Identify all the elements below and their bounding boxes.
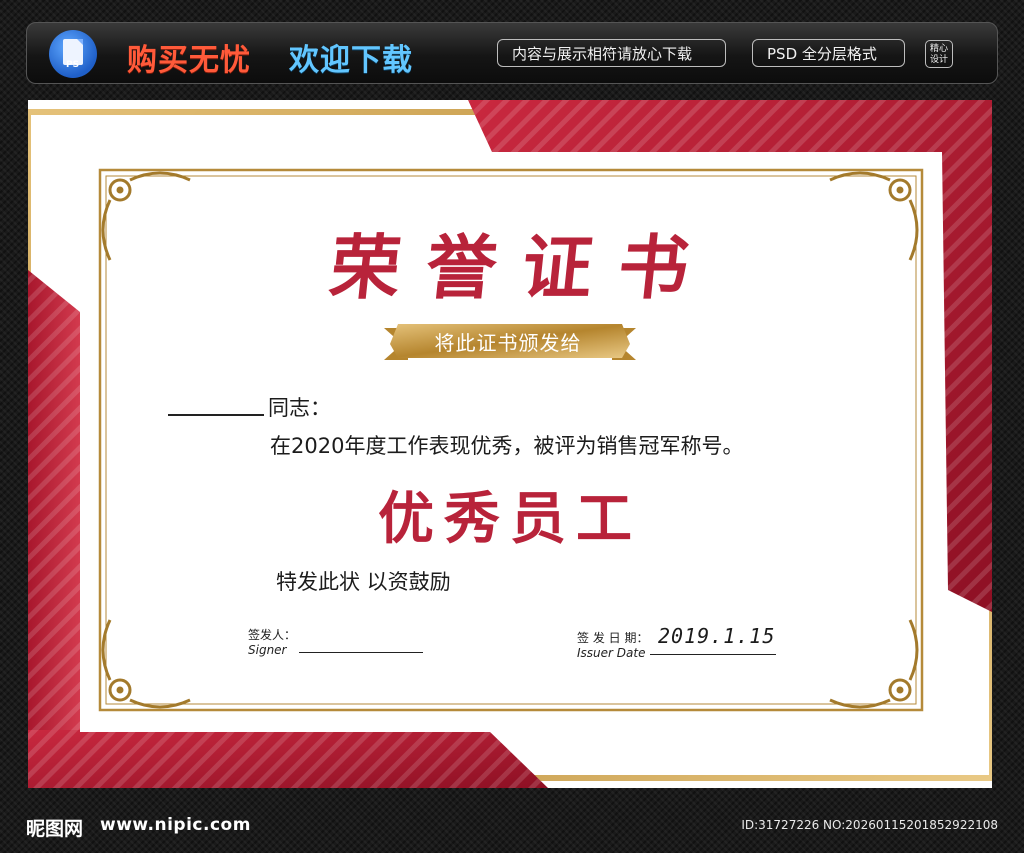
issue-date-label-cn: 签 发 日 期： — [577, 631, 649, 645]
issue-date-value: 2019.1.15 — [658, 624, 776, 648]
image-id-text: ID:31727226 NO:20260115201852922108 — [741, 818, 998, 832]
certificate-title: 荣誉证书 — [326, 226, 719, 309]
banner-slogan-blue: 欢迎下载 — [289, 43, 413, 78]
encouragement-text: 特发此状 以资鼓励 — [276, 570, 451, 594]
ribbon-text: 将此证书颁发给 — [434, 331, 582, 355]
nipic-logo: 昵图网 — [26, 818, 84, 840]
award-reason: 在2020年度工作表现优秀，被评为销售冠军称号。 — [270, 434, 744, 458]
banner-slogan-red: 购买无忧 — [127, 43, 251, 78]
badge-line-2: 设计 — [929, 55, 948, 65]
ps-icon-label: PS — [66, 60, 80, 70]
signer-line — [299, 652, 423, 653]
issue-date-label-en: Issuer Date — [577, 646, 646, 660]
badge-line-1: 精心 — [929, 44, 948, 54]
certificate: 荣誉证书 将此证书颁发给 同志： 在2020年度工作表现优秀，被评为销售冠军称号… — [28, 100, 992, 788]
nipic-url[interactable]: www.nipic.com — [100, 815, 251, 835]
content-match-tag: 内容与展示相符请放心下载 — [497, 39, 726, 67]
signer-label-en: Signer — [248, 643, 287, 657]
award-title: 优秀员工 — [378, 486, 642, 552]
signer-label-cn: 签发人： — [248, 628, 297, 642]
comrade-label: 同志： — [268, 396, 331, 420]
recipient-name-line — [168, 414, 264, 416]
signer-label: 签发人： Signer — [248, 628, 296, 658]
issue-date-label: 签 发 日 期： Issuer Date — [577, 631, 648, 661]
issue-date-line — [650, 654, 776, 655]
ps-file-icon: PS — [49, 30, 97, 78]
psd-format-tag: PSD 全分层格式 — [752, 39, 905, 67]
top-banner: PS 购买无忧 欢迎下载 内容与展示相符请放心下载 PSD 全分层格式 精心 设… — [26, 22, 998, 84]
design-badge: 精心 设计 — [925, 40, 953, 68]
